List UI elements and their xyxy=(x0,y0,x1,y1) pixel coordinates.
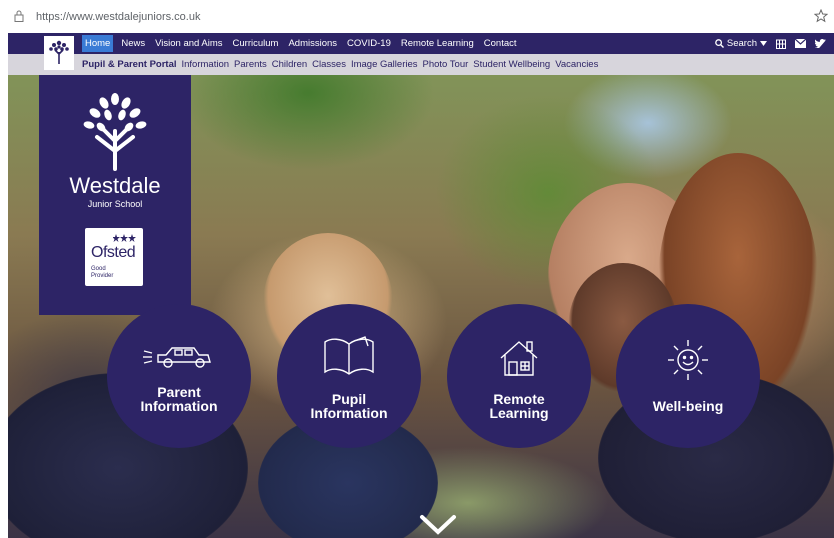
primary-navigation: Home News Vision and Aims Curriculum Adm… xyxy=(8,33,834,54)
well-being-label: Well-being xyxy=(616,399,760,413)
nav-remote-learning[interactable]: Remote Learning xyxy=(399,35,476,52)
pupil-information-label: Pupil Information xyxy=(277,392,421,420)
nav-logo[interactable] xyxy=(44,36,74,70)
nav-curriculum[interactable]: Curriculum xyxy=(231,35,281,52)
nav-information[interactable]: Information xyxy=(182,59,230,70)
ofsted-word: Ofsted xyxy=(91,244,136,261)
house-icon xyxy=(500,341,538,376)
bookmark-star-icon[interactable] xyxy=(814,9,828,23)
nav-student-wellbeing[interactable]: Student Wellbeing xyxy=(473,59,550,70)
nav-news[interactable]: News xyxy=(119,35,147,52)
twitter-icon[interactable] xyxy=(815,39,826,48)
nav-vision-and-aims[interactable]: Vision and Aims xyxy=(153,35,224,52)
pupil-information-line2: Information xyxy=(310,405,388,421)
search-toggle[interactable]: Search xyxy=(715,38,767,49)
website: Home News Vision and Aims Curriculum Adm… xyxy=(8,33,834,538)
chevron-down-icon[interactable] xyxy=(419,514,457,536)
pupil-information-line1: Pupil xyxy=(331,391,367,407)
nav-children[interactable]: Children xyxy=(272,59,307,70)
remote-learning-line2: Learning xyxy=(489,405,549,421)
nav-photo-tour[interactable]: Photo Tour xyxy=(423,59,469,70)
nav-home[interactable]: Home xyxy=(82,35,114,52)
parent-information-line1: Parent xyxy=(157,384,201,400)
tree-logo-icon xyxy=(49,40,69,64)
school-subtitle: Junior School xyxy=(87,199,143,209)
parent-information-label: Parent Information xyxy=(107,385,251,413)
ofsted-badge[interactable]: Ofsted Good Provider xyxy=(85,228,143,286)
tree-logo-icon xyxy=(83,93,147,171)
school-name: Westdale xyxy=(69,173,161,198)
ofsted-rating-line2: Provider xyxy=(91,273,114,279)
well-being-line1: Well-being xyxy=(652,398,724,414)
envelope-icon[interactable] xyxy=(795,39,806,48)
nav-parents[interactable]: Parents xyxy=(234,59,267,70)
lock-icon xyxy=(14,10,24,22)
nav-classes[interactable]: Classes xyxy=(312,59,346,70)
nav-covid-19[interactable]: COVID-19 xyxy=(345,35,393,52)
parent-information-button[interactable]: Parent Information xyxy=(107,304,251,448)
calendar-icon[interactable] xyxy=(776,39,786,49)
remote-learning-label: Remote Learning xyxy=(447,392,591,420)
school-brand-panel: Westdale Junior School Ofsted Good Provi… xyxy=(39,75,191,315)
nav-admissions[interactable]: Admissions xyxy=(286,35,339,52)
car-icon xyxy=(143,347,211,368)
ofsted-stars-icon xyxy=(113,234,136,242)
nav-pupil-parent-portal[interactable]: Pupil & Parent Portal xyxy=(82,59,177,70)
ofsted-rating-line1: Good xyxy=(91,266,106,272)
address-url[interactable]: https://www.westdalejuniors.co.uk xyxy=(36,11,200,23)
smiling-sun-icon xyxy=(668,340,708,380)
browser-address-bar: https://www.westdalejuniors.co.uk xyxy=(0,0,834,33)
open-book-icon xyxy=(324,336,374,375)
parent-information-line2: Information xyxy=(140,398,218,414)
nav-vacancies[interactable]: Vacancies xyxy=(555,59,598,70)
secondary-navigation: Pupil & Parent Portal Information Parent… xyxy=(8,54,834,75)
pupil-information-button[interactable]: Pupil Information xyxy=(277,304,421,448)
well-being-button[interactable]: Well-being xyxy=(616,304,760,448)
caret-down-icon xyxy=(760,41,767,46)
search-label: Search xyxy=(726,38,757,49)
nav-image-galleries[interactable]: Image Galleries xyxy=(351,59,418,70)
ofsted-rating: Good Provider xyxy=(91,266,113,280)
remote-learning-line1: Remote xyxy=(493,391,545,407)
nav-contact[interactable]: Contact xyxy=(482,35,519,52)
remote-learning-button[interactable]: Remote Learning xyxy=(447,304,591,448)
search-icon xyxy=(715,39,724,48)
